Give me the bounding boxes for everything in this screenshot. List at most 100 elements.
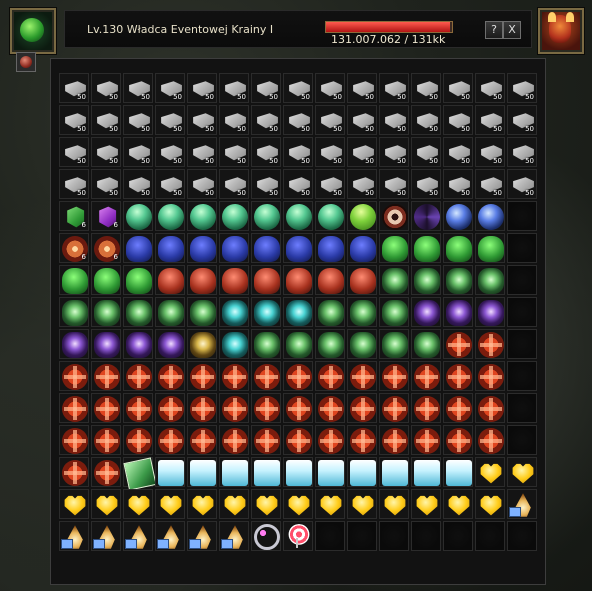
inventory-slot[interactable]	[443, 457, 473, 487]
inventory-slot[interactable]: 50	[283, 169, 313, 199]
inventory-slot[interactable]	[411, 457, 441, 487]
inventory-slot[interactable]	[347, 425, 377, 455]
inventory-slot[interactable]	[379, 425, 409, 455]
inventory-slot[interactable]	[283, 233, 313, 263]
inventory-slot[interactable]: 50	[251, 73, 281, 103]
inventory-slot[interactable]	[155, 489, 185, 519]
inventory-slot[interactable]: 50	[315, 73, 345, 103]
inventory-slot[interactable]: 50	[347, 137, 377, 167]
inventory-slot[interactable]	[411, 521, 441, 551]
inventory-slot[interactable]	[187, 521, 217, 551]
demon-portrait-icon[interactable]	[538, 8, 584, 54]
inventory-slot[interactable]: 50	[187, 105, 217, 135]
inventory-slot[interactable]	[475, 233, 505, 263]
inventory-slot[interactable]	[475, 329, 505, 359]
inventory-slot[interactable]	[411, 297, 441, 327]
inventory-slot[interactable]	[153, 199, 189, 235]
inventory-slot[interactable]	[123, 489, 153, 519]
inventory-slot[interactable]	[123, 457, 157, 491]
inventory-slot[interactable]	[379, 297, 409, 327]
inventory-slot[interactable]	[283, 425, 313, 455]
inventory-slot[interactable]	[347, 297, 377, 327]
inventory-slot[interactable]	[379, 233, 409, 263]
inventory-slot[interactable]	[507, 521, 537, 551]
inventory-slot[interactable]: 50	[315, 137, 345, 167]
inventory-slot[interactable]: 50	[251, 169, 281, 199]
inventory-slot[interactable]	[315, 233, 345, 263]
inventory-slot[interactable]	[91, 361, 121, 391]
inventory-slot[interactable]: 50	[155, 137, 185, 167]
help-button[interactable]: ?	[485, 21, 503, 39]
inventory-slot[interactable]	[345, 199, 381, 235]
inventory-slot[interactable]	[219, 489, 249, 519]
inventory-slot[interactable]: 50	[251, 105, 281, 135]
inventory-slot[interactable]: 50	[507, 169, 537, 199]
inventory-slot[interactable]	[91, 521, 121, 551]
inventory-slot[interactable]	[411, 489, 441, 519]
inventory-slot[interactable]	[187, 393, 217, 423]
inventory-slot[interactable]	[347, 361, 377, 391]
inventory-slot[interactable]: 50	[507, 105, 537, 135]
inventory-slot[interactable]	[315, 489, 345, 519]
inventory-slot[interactable]	[91, 393, 121, 423]
inventory-slot[interactable]	[507, 361, 537, 391]
inventory-slot[interactable]: 50	[187, 137, 217, 167]
inventory-slot[interactable]	[123, 521, 153, 551]
inventory-slot[interactable]	[59, 329, 89, 359]
inventory-slot[interactable]	[91, 425, 121, 455]
inventory-slot[interactable]	[91, 265, 121, 295]
inventory-slot[interactable]	[283, 329, 313, 359]
inventory-slot[interactable]: 50	[411, 137, 441, 167]
inventory-slot[interactable]	[283, 361, 313, 391]
inventory-slot[interactable]: 50	[123, 137, 153, 167]
inventory-slot[interactable]	[507, 329, 537, 359]
inventory-slot[interactable]: 50	[59, 137, 89, 167]
inventory-slot[interactable]	[379, 521, 409, 551]
inventory-slot[interactable]: 50	[443, 73, 473, 103]
inventory-slot[interactable]	[155, 393, 185, 423]
inventory-slot[interactable]: 50	[91, 169, 121, 199]
inventory-slot[interactable]	[219, 329, 249, 359]
inventory-slot[interactable]	[155, 329, 185, 359]
inventory-slot[interactable]	[347, 233, 377, 263]
inventory-slot[interactable]: 50	[283, 105, 313, 135]
inventory-slot[interactable]	[155, 521, 185, 551]
inventory-slot[interactable]	[283, 489, 313, 519]
inventory-slot[interactable]: 50	[379, 137, 409, 167]
inventory-slot[interactable]: 50	[59, 169, 89, 199]
inventory-slot[interactable]	[251, 489, 281, 519]
inventory-slot[interactable]	[507, 265, 537, 295]
inventory-slot[interactable]: 50	[251, 137, 281, 167]
inventory-slot[interactable]	[123, 233, 153, 263]
inventory-slot[interactable]	[155, 265, 185, 295]
inventory-slot[interactable]: 50	[443, 137, 473, 167]
inventory-slot[interactable]	[411, 233, 441, 263]
inventory-slot[interactable]	[475, 457, 505, 487]
inventory-slot[interactable]	[251, 265, 281, 295]
inventory-slot[interactable]	[411, 265, 441, 295]
inventory-slot[interactable]	[251, 521, 281, 551]
inventory-slot[interactable]: 50	[347, 73, 377, 103]
inventory-slot[interactable]: 50	[411, 73, 441, 103]
inventory-slot[interactable]	[347, 521, 377, 551]
inventory-slot[interactable]	[187, 489, 217, 519]
inventory-slot[interactable]	[123, 297, 153, 327]
inventory-slot[interactable]	[155, 233, 185, 263]
inventory-slot[interactable]	[187, 425, 217, 455]
inventory-slot[interactable]	[187, 457, 217, 487]
inventory-slot[interactable]	[187, 329, 217, 359]
inventory-slot[interactable]	[313, 199, 349, 235]
inventory-slot[interactable]: 50	[411, 105, 441, 135]
inventory-slot[interactable]: 6	[59, 233, 89, 263]
inventory-slot[interactable]	[219, 361, 249, 391]
inventory-slot[interactable]: 50	[443, 105, 473, 135]
inventory-slot[interactable]	[347, 393, 377, 423]
inventory-slot[interactable]	[507, 457, 537, 487]
inventory-slot[interactable]	[475, 297, 505, 327]
inventory-slot[interactable]	[507, 233, 537, 263]
inventory-slot[interactable]: 50	[91, 137, 121, 167]
inventory-slot[interactable]	[187, 297, 217, 327]
inventory-slot[interactable]: 50	[219, 73, 249, 103]
inventory-slot[interactable]	[507, 297, 537, 327]
inventory-slot[interactable]	[59, 425, 89, 455]
